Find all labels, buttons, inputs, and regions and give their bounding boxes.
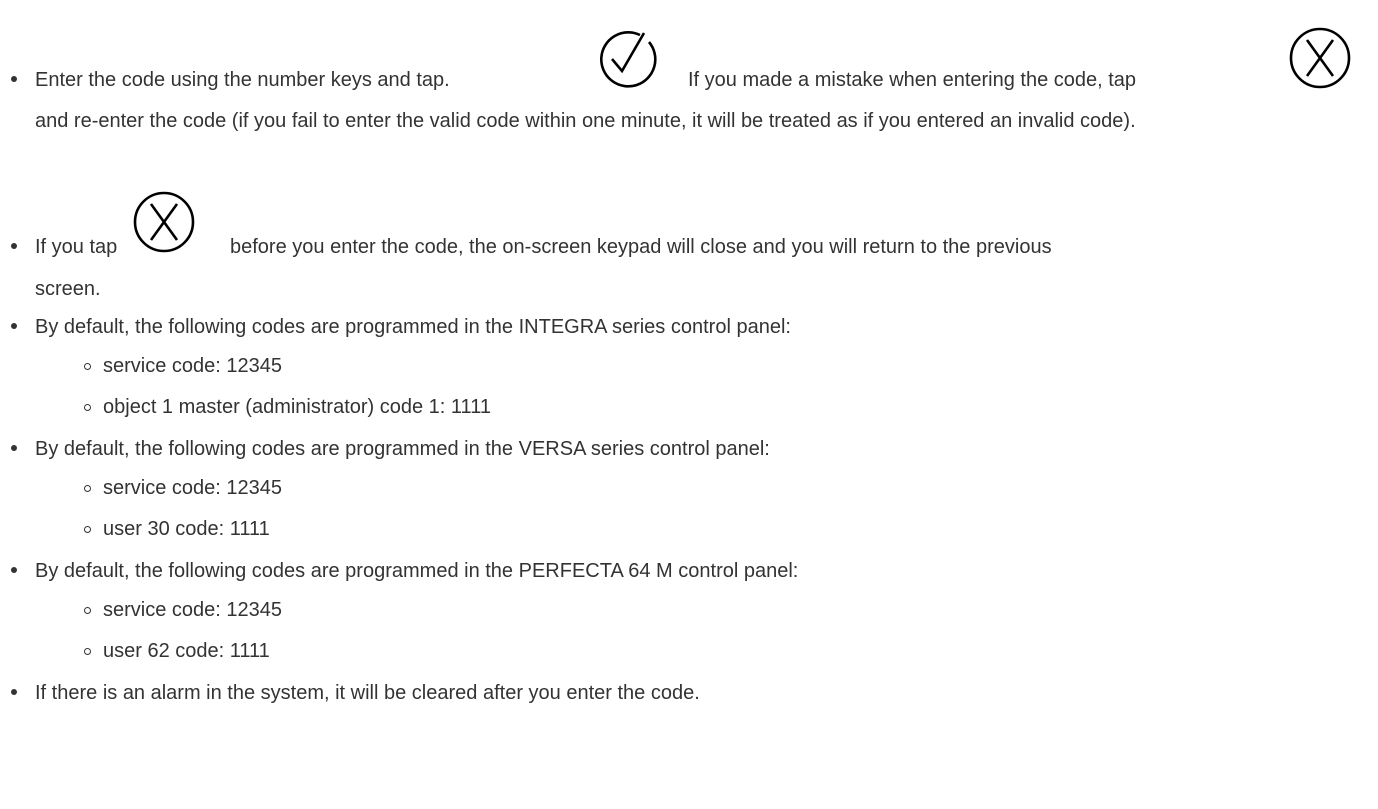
item-5-text: By default, the following codes are prog…: [35, 560, 799, 582]
sub-item-service-code: service code: 12345: [103, 599, 283, 621]
sub-bullet: [84, 526, 91, 533]
sub-bullet: [84, 485, 91, 492]
sub-bullet: [84, 648, 91, 655]
bullet: [11, 567, 17, 573]
bullet: [11, 323, 17, 329]
bullet: [11, 445, 17, 451]
sub-bullet: [84, 363, 91, 370]
check-circle-icon: [593, 26, 657, 90]
sub-item-service-code: service code: 12345: [103, 477, 283, 499]
sub-item-master-code: object 1 master (administrator) code 1: …: [103, 396, 491, 418]
item-1-text-end: and re-enter the code (if you fail to en…: [35, 110, 1136, 132]
item-3-text: By default, the following codes are prog…: [35, 316, 791, 338]
sub-bullet: [84, 404, 91, 411]
x-circle-icon: [132, 190, 196, 254]
item-4-text: By default, the following codes are prog…: [35, 438, 770, 460]
bullet: [11, 689, 17, 695]
bullet: [11, 243, 17, 249]
sub-item-user-code: user 62 code: 1111: [103, 640, 270, 662]
item-6-text: If there is an alarm in the system, it w…: [35, 682, 700, 704]
sub-bullet: [84, 607, 91, 614]
item-2-text-start: If you tap: [35, 236, 118, 258]
x-circle-icon: [1288, 26, 1352, 90]
item-1-text-start: Enter the code using the number keys and…: [35, 69, 450, 91]
item-2-text-middle: before you enter the code, the on-screen…: [230, 236, 1052, 258]
sub-item-user-code: user 30 code: 1111: [103, 518, 270, 540]
sub-item-service-code: service code: 12345: [103, 355, 283, 377]
item-2-text-end: screen.: [35, 278, 101, 300]
item-1-text-middle: If you made a mistake when entering the …: [688, 69, 1137, 91]
bullet: [11, 76, 17, 82]
